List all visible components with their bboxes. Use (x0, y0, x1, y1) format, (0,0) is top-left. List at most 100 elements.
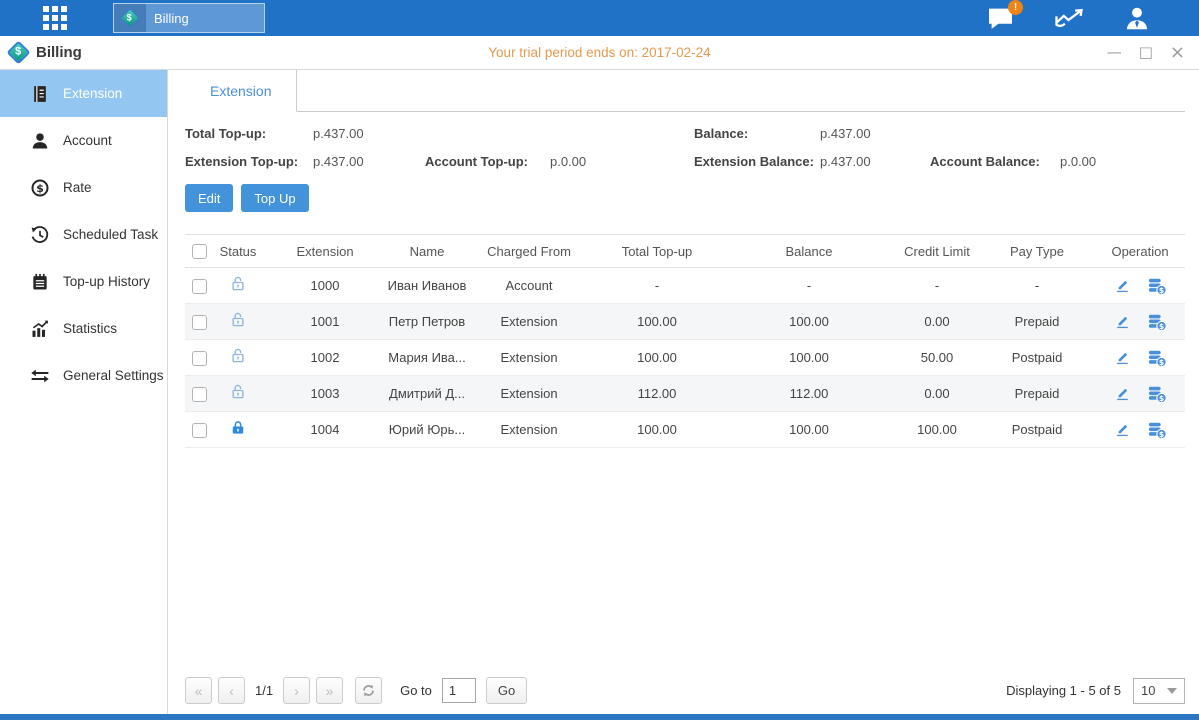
next-page-icon[interactable]: › (283, 677, 310, 704)
minimize-icon[interactable]: — (1107, 45, 1122, 60)
close-icon[interactable]: × (1170, 44, 1185, 62)
tab-label: Extension (210, 83, 271, 99)
cell-credit-limit: 0.00 (895, 304, 979, 340)
balance-summary: Total Top-up: p.437.00 Balance: p.437.00… (185, 126, 1185, 169)
window-title: Billing (36, 44, 82, 61)
page-size-select[interactable]: 10 (1133, 678, 1185, 704)
edit-row-icon[interactable] (1114, 349, 1131, 366)
table-row: 1004 Юрий Юрь... Extension 100.00 100.00… (185, 412, 1185, 448)
sidebar-item-label: Extension (63, 86, 122, 101)
topup-row-icon[interactable]: $ (1147, 313, 1167, 331)
row-checkbox[interactable] (192, 423, 207, 438)
svg-text:$: $ (1158, 321, 1163, 330)
sidebar-item-label: Statistics (63, 321, 117, 336)
sidebar-item-label: Top-up History (63, 274, 150, 289)
first-page-icon[interactable]: « (185, 677, 212, 704)
billing-app-window: $ Billing ! Your tr (0, 0, 1199, 720)
taskbar-item-label: Billing (154, 11, 189, 26)
cell-extension: 1002 (263, 340, 387, 376)
svg-text:$: $ (1158, 357, 1163, 366)
cell-extension: 1004 (263, 412, 387, 448)
prev-page-icon[interactable]: ‹ (218, 677, 245, 704)
svg-text:$: $ (36, 182, 44, 195)
edit-row-icon[interactable] (1114, 313, 1131, 330)
row-checkbox[interactable] (192, 279, 207, 294)
window-title-group: $ Billing (10, 44, 82, 61)
statistics-icon (30, 319, 50, 339)
sidebar-item-general-settings[interactable]: General Settings (0, 352, 167, 399)
total-topup-label: Total Top-up: (185, 126, 313, 141)
header-name: Name (387, 235, 467, 268)
table-row: 1001 Петр Петров Extension 100.00 100.00… (185, 304, 1185, 340)
user-account-icon[interactable] (1123, 5, 1151, 32)
extension-topup-field: Extension Top-up: p.437.00 (185, 154, 425, 169)
cell-balance: - (723, 268, 895, 304)
extension-balance-label: Extension Balance: (694, 154, 820, 169)
last-page-icon[interactable]: » (316, 677, 343, 704)
edit-row-icon[interactable] (1114, 277, 1131, 294)
edit-button[interactable]: Edit (185, 184, 233, 212)
sidebar-item-topup-history[interactable]: Top-up History (0, 258, 167, 305)
cell-pay-type: Prepaid (979, 376, 1095, 412)
edit-row-icon[interactable] (1114, 385, 1131, 402)
topup-row-icon[interactable]: $ (1147, 349, 1167, 367)
extensions-table: Status Extension Name Charged From Total… (185, 234, 1185, 448)
sidebar-item-account[interactable]: Account (0, 117, 167, 164)
tab-extension[interactable]: Extension (185, 70, 297, 112)
header-operation: Operation (1095, 235, 1185, 268)
billing-app-icon: $ (114, 4, 146, 32)
sidebar-item-extension[interactable]: Extension (0, 70, 167, 117)
go-button[interactable]: Go (486, 677, 527, 704)
topup-row-icon[interactable]: $ (1147, 277, 1167, 295)
sidebar-item-rate[interactable]: $ Rate (0, 164, 167, 211)
cell-balance: 100.00 (723, 340, 895, 376)
refresh-icon[interactable] (355, 677, 382, 704)
chevron-down-icon (1167, 688, 1177, 694)
sidebar: Extension Account $ Rate Scheduled Task (0, 70, 168, 714)
account-balance-label: Account Balance: (930, 154, 1060, 169)
rate-icon: $ (30, 178, 50, 198)
cell-total-topup: 112.00 (591, 376, 723, 412)
topup-row-icon[interactable]: $ (1147, 385, 1167, 403)
account-icon (30, 131, 50, 151)
select-all-checkbox[interactable] (192, 244, 207, 259)
sidebar-item-statistics[interactable]: Statistics (0, 305, 167, 352)
general-settings-icon (30, 366, 50, 386)
account-topup-field: Account Top-up: p.0.00 (425, 154, 694, 169)
topup-history-icon (30, 272, 50, 292)
sidebar-item-label: Scheduled Task (63, 227, 158, 242)
window-controls: — □ × (1107, 44, 1185, 62)
topup-row-icon[interactable]: $ (1147, 421, 1167, 439)
cell-credit-limit: 50.00 (895, 340, 979, 376)
sidebar-item-label: General Settings (63, 368, 164, 383)
extension-balance-field: Extension Balance: p.437.00 (694, 154, 930, 169)
taskbar-item-billing[interactable]: $ Billing (113, 3, 265, 33)
messages-icon[interactable]: ! (986, 6, 1015, 31)
status-lock-icon (229, 347, 247, 365)
maximize-icon[interactable]: □ (1139, 45, 1153, 60)
cell-total-topup: 100.00 (591, 340, 723, 376)
page-indicator: 1/1 (255, 683, 273, 698)
header-pay-type: Pay Type (979, 235, 1095, 268)
monitor-chart-icon[interactable] (1053, 6, 1085, 31)
row-checkbox[interactable] (192, 351, 207, 366)
row-checkbox[interactable] (192, 315, 207, 330)
cell-charged-from: Extension (467, 340, 591, 376)
balance-label: Balance: (694, 126, 820, 141)
topup-button[interactable]: Top Up (241, 184, 308, 212)
app-launcher-icon[interactable] (33, 5, 77, 31)
sidebar-item-scheduled-task[interactable]: Scheduled Task (0, 211, 167, 258)
cell-charged-from: Extension (467, 304, 591, 340)
extension-topup-label: Extension Top-up: (185, 154, 313, 169)
account-balance-field: Account Balance: p.0.00 (930, 154, 1185, 169)
cell-credit-limit: 0.00 (895, 376, 979, 412)
account-topup-value: p.0.00 (550, 154, 586, 169)
goto-page-input[interactable] (442, 678, 476, 703)
edit-row-icon[interactable] (1114, 421, 1131, 438)
row-checkbox[interactable] (192, 387, 207, 402)
cell-name: Дмитрий Д... (387, 376, 467, 412)
cell-name: Петр Петров (387, 304, 467, 340)
cell-charged-from: Extension (467, 376, 591, 412)
svg-text:$: $ (1158, 429, 1163, 438)
header-balance: Balance (723, 235, 895, 268)
